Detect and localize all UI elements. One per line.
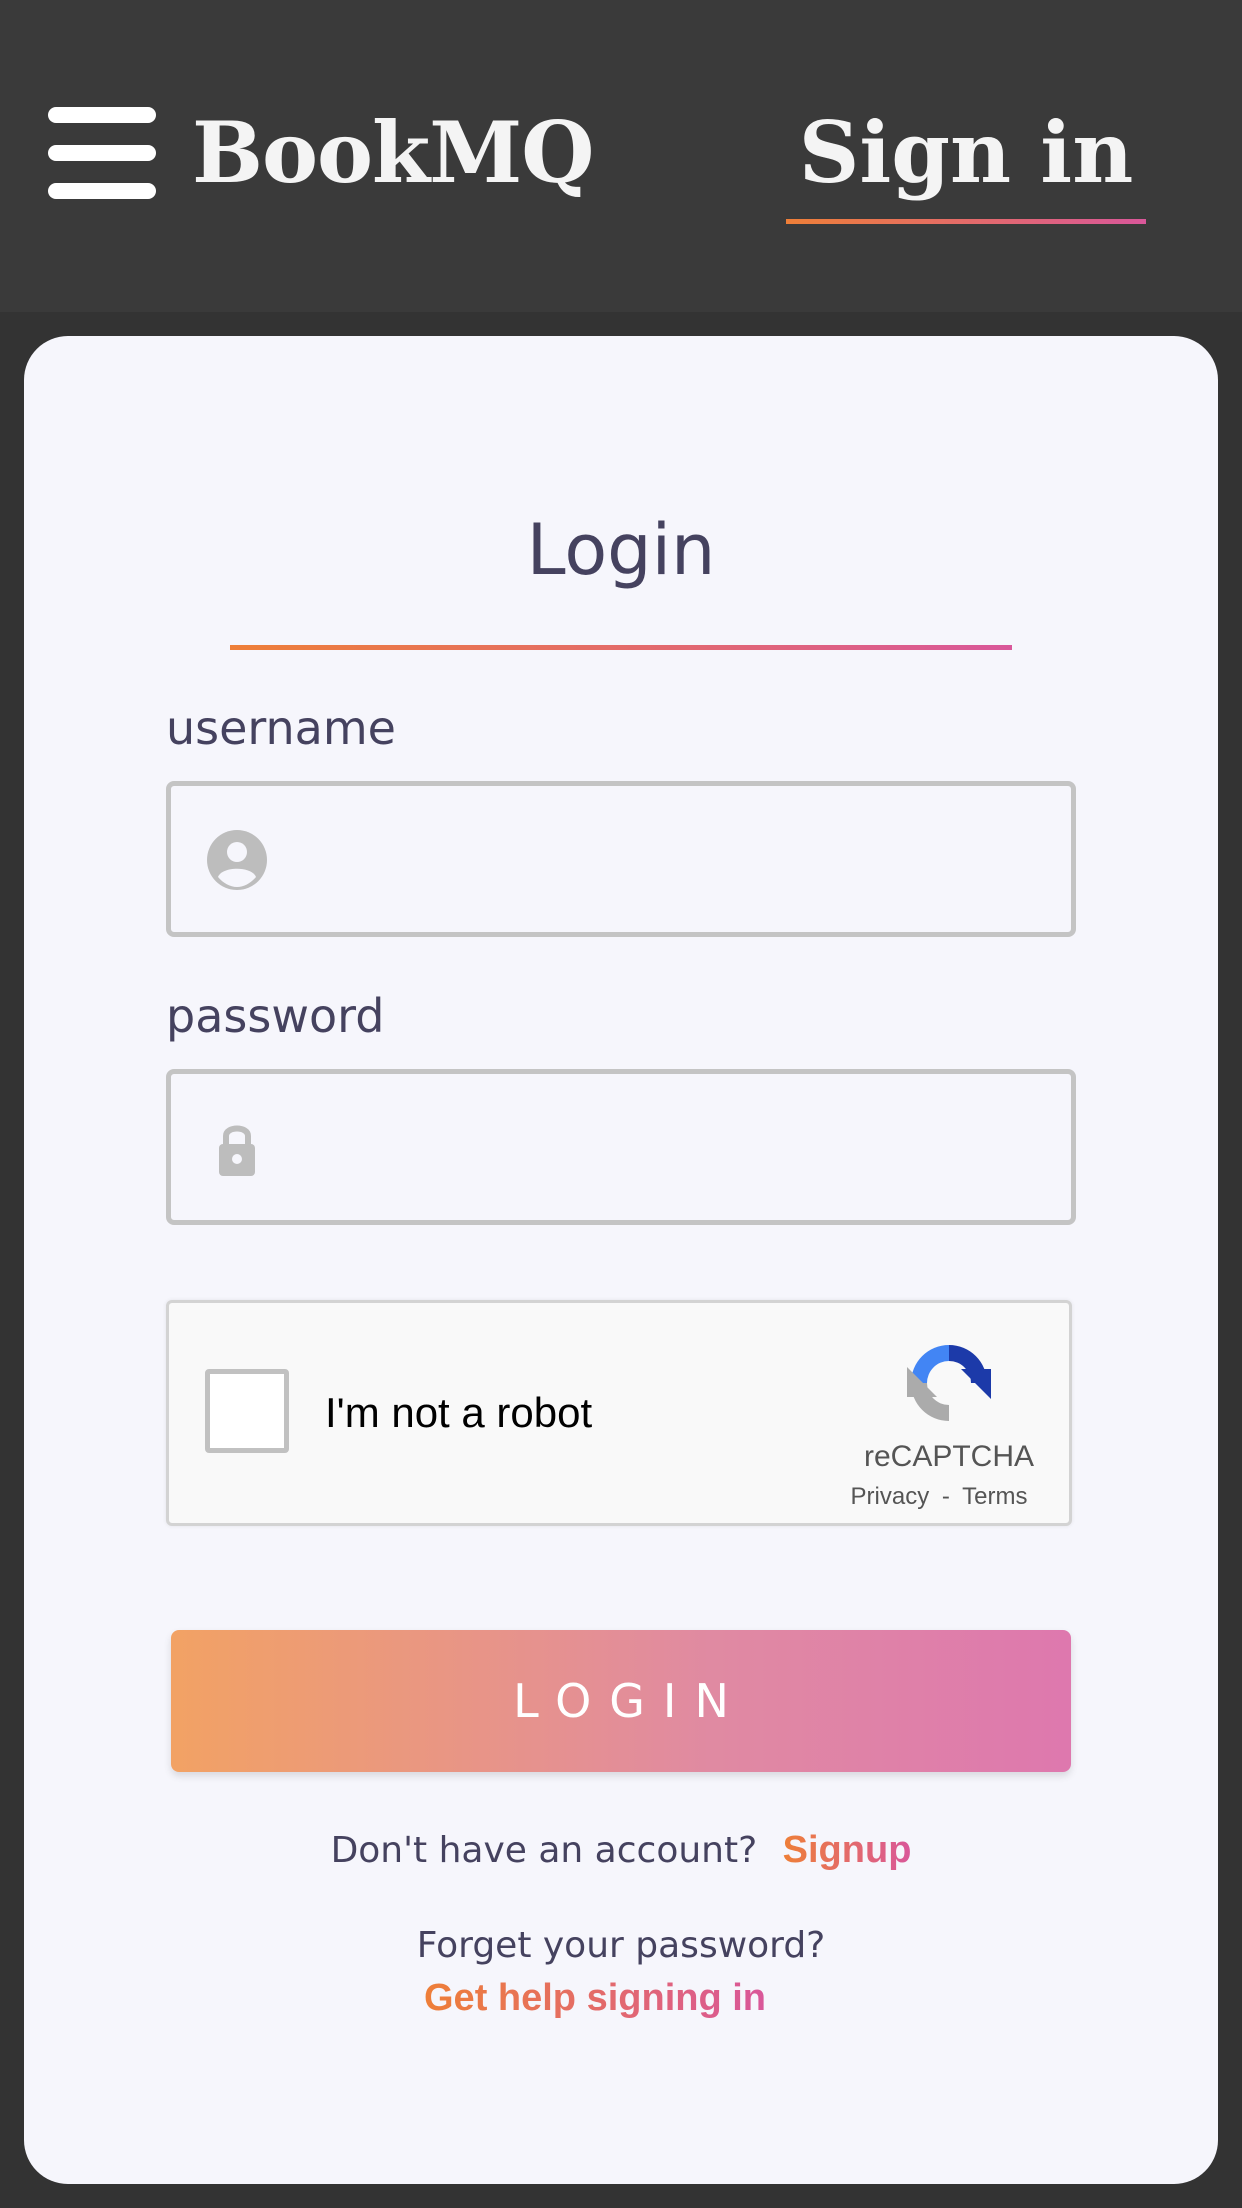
login-button-label: LOGIN — [513, 1674, 747, 1728]
nav-active-underline — [786, 219, 1146, 224]
recaptcha-links-separator: - — [941, 1483, 950, 1510]
recaptcha-widget: I'm not a robot reCAPTCHA Privacy - Term… — [166, 1300, 1072, 1526]
title-underline — [230, 645, 1012, 650]
signup-prompt: Don't have an account? — [330, 1830, 758, 1871]
username-input[interactable] — [301, 786, 1065, 934]
user-circle-icon — [207, 830, 267, 890]
signup-link[interactable]: Signup — [783, 1829, 912, 1871]
recaptcha-checkbox[interactable] — [205, 1369, 289, 1453]
recaptcha-brand: reCAPTCHA — [863, 1440, 1035, 1473]
recaptcha-terms-link[interactable]: Terms — [962, 1483, 1027, 1510]
login-title: Login — [526, 509, 716, 591]
nav-signin-link[interactable]: Sign in — [786, 98, 1146, 208]
recaptcha-links: Privacy - Terms — [809, 1481, 1069, 1513]
password-input[interactable] — [301, 1074, 1065, 1222]
brand-logo[interactable]: BookMQ — [192, 98, 594, 208]
forgot-password-prompt: Forget your password? — [416, 1925, 826, 1966]
get-help-signing-in-link[interactable]: Get help signing in — [424, 1977, 766, 2019]
password-field[interactable] — [166, 1069, 1076, 1225]
hamburger-menu-icon[interactable] — [48, 107, 156, 199]
login-button[interactable]: LOGIN — [171, 1630, 1071, 1772]
username-field[interactable] — [166, 781, 1076, 937]
signup-row: Don't have an account? Signup — [0, 1822, 1242, 1879]
recaptcha-logo-icon — [907, 1345, 991, 1421]
recaptcha-privacy-link[interactable]: Privacy — [851, 1483, 930, 1510]
login-card — [24, 336, 1218, 2184]
recaptcha-label: I'm not a robot — [325, 1389, 593, 1436]
password-label: password — [166, 989, 385, 1043]
lock-icon — [219, 1125, 255, 1176]
app-header: BookMQ Sign in — [0, 0, 1242, 312]
help-link-row: Get help signing in — [0, 1970, 1190, 2026]
username-label: username — [166, 701, 396, 755]
